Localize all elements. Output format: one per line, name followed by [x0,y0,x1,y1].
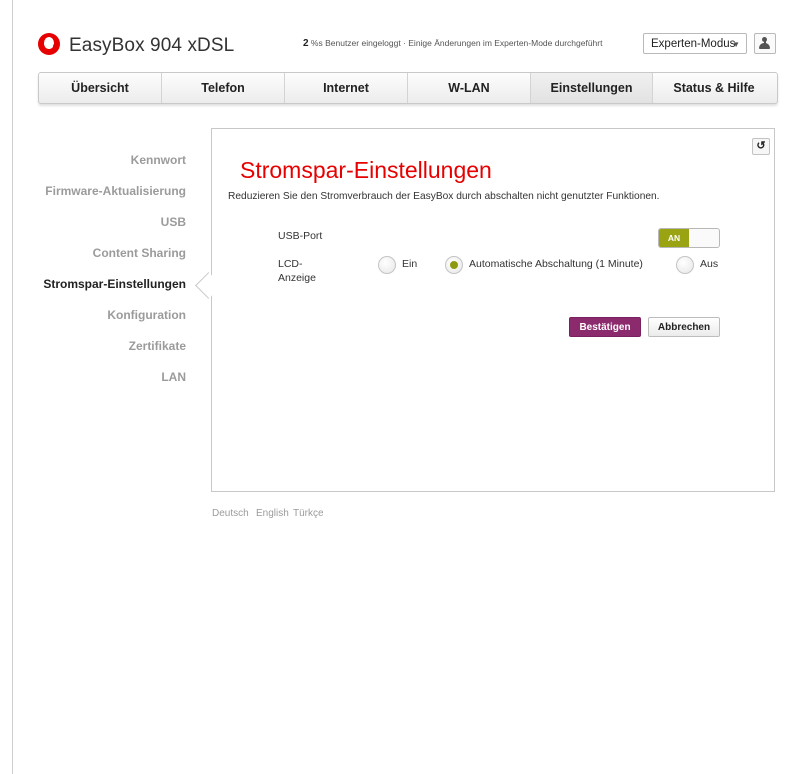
lcd-option-aus-label: Aus [700,258,719,270]
sidebar-item-zertifikate[interactable]: Zertifikate [129,339,186,353]
lcd-option-ein-label: Ein [402,258,418,270]
login-notice: 2 %s Benutzer eingeloggt · Einige Änderu… [303,38,602,49]
lang-link-deutsch[interactable]: Deutsch [212,508,249,519]
mode-select[interactable]: Experten-Modus ▼ [643,33,747,54]
chevron-down-icon: ▼ [732,40,740,49]
tab-internet[interactable]: Internet [285,73,408,103]
lcd-radio-ein[interactable] [378,256,396,274]
confirm-button[interactable]: Bestätigen [569,317,641,337]
mode-select-value: Experten-Modus [651,38,736,50]
vodafone-logo-icon [38,33,60,55]
radio-selected-dot [450,261,458,269]
undo-icon: ↺ [756,140,766,152]
lang-link-tuerkce[interactable]: Türkçe [293,508,324,519]
tab-einstellungen[interactable]: Einstellungen [531,73,653,103]
sidebar-item-usb[interactable]: USB [161,215,186,229]
usb-port-toggle[interactable]: AN [658,228,720,248]
lcd-option-auto-label: Automatische Abschaltung (1 Minute) [469,258,643,270]
sidebar-item-firmware[interactable]: Firmware-Aktualisierung [45,184,186,198]
lcd-label-line1: LCD- [278,258,303,270]
tab-wlan[interactable]: W-LAN [408,73,531,103]
lang-link-english[interactable]: English [256,508,289,519]
page-description: Reduzieren Sie den Stromverbrauch der Ea… [228,191,660,202]
usb-toggle-on-label: AN [659,229,689,247]
tab-uebersicht[interactable]: Übersicht [39,73,162,103]
lcd-radio-auto[interactable] [445,256,463,274]
sidebar-item-kennwort[interactable]: Kennwort [131,153,186,167]
lcd-radio-aus[interactable] [676,256,694,274]
sidebar-item-lan[interactable]: LAN [161,370,186,384]
lcd-label-line2: Anzeige [278,272,316,284]
reset-button[interactable]: ↺ [752,138,770,155]
tab-status-hilfe[interactable]: Status & Hilfe [653,73,775,103]
cancel-button[interactable]: Abbrechen [648,317,720,337]
page-title: Stromspar-Einstellungen [240,157,492,183]
sidebar-item-stromspar[interactable]: Stromspar-Einstellungen [43,277,186,291]
brand-title: EasyBox 904 xDSL [69,35,235,56]
user-button[interactable] [754,33,776,54]
main-nav: Übersicht Telefon Internet W-LAN Einstel… [38,72,778,104]
sidebar-item-konfiguration[interactable]: Konfiguration [107,308,186,322]
login-notice-text: %s Benutzer eingeloggt · Einige Änderung… [308,38,603,48]
tab-telefon[interactable]: Telefon [162,73,285,103]
sidebar-item-content-sharing[interactable]: Content Sharing [93,246,186,260]
usb-port-label: USB-Port [278,230,323,242]
